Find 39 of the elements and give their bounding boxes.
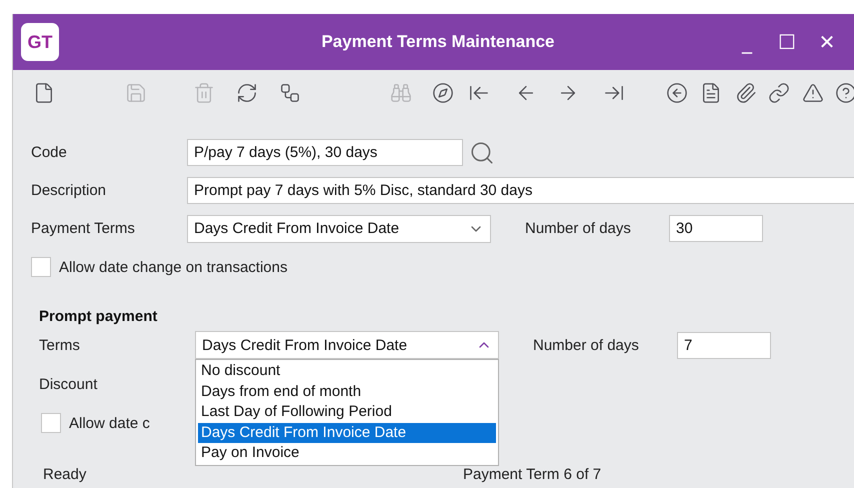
compass-icon[interactable] [431,81,455,105]
help-icon[interactable] [834,81,854,105]
maximize-button[interactable]: ☐ [767,30,807,54]
field-label: Terms [38,336,81,354]
nodes-icon[interactable] [278,81,302,105]
refresh-icon[interactable] [235,81,259,105]
terms-dropdown[interactable]: Days Credit From Invoice Date [195,331,499,359]
paperclip-icon[interactable] [734,81,758,105]
checkbox-label: Allow date c [69,414,151,432]
days-field[interactable]: 30 [669,215,763,242]
checkbox-label: Allow date change on transactions [59,258,288,276]
code-field[interactable]: P/pay 7 days (5%), 30 days [187,139,463,166]
field-label: Number of days [524,220,632,237]
field-label: Code [31,144,68,161]
status-text: Ready [42,467,88,483]
back-icon[interactable] [665,81,689,105]
field-label: Discount [38,376,98,392]
link-icon[interactable] [767,81,791,105]
dropdown-option[interactable]: Pay on Invoice [198,443,496,464]
field-label: Payment Terms [31,220,136,237]
dropdown-option[interactable]: Days Credit From Invoice Date [198,422,496,443]
checkbox[interactable] [41,413,61,433]
app-logo: GT [21,23,59,61]
checkbox[interactable] [31,257,51,277]
terms-dropdown[interactable]: Days Credit From Invoice Date [187,214,491,242]
warning-icon[interactable] [801,81,825,105]
days-field[interactable]: 7 [677,332,771,358]
field-label: Number of days [532,336,640,354]
minimize-button[interactable]: _ [727,30,767,54]
search-icon[interactable] [469,140,495,166]
window-title: Payment Terms Maintenance [320,32,556,52]
section-heading: Prompt payment [38,308,158,325]
record-counter: Payment Term 6 of 7 [463,467,602,483]
description-field[interactable]: Prompt pay 7 days with 5% Disc, standard 30 days [187,177,854,204]
field-label: Description [31,182,108,199]
dropdown-option[interactable]: Days from end of month [198,382,496,402]
dropdown-option[interactable]: No discount [198,361,496,382]
close-button[interactable]: ✕ [807,30,847,54]
dropdown-option[interactable]: Last Day of Following Period [198,402,496,422]
